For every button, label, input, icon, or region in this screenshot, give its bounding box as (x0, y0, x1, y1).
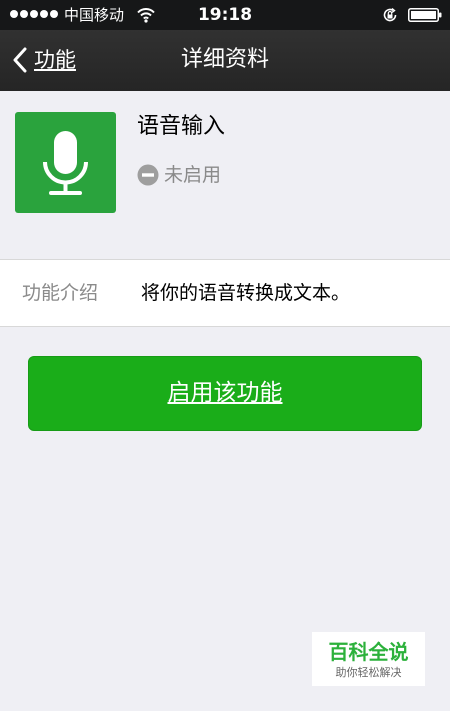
feature-intro-row: 功能介绍 将你的语音转换成文本。 (0, 259, 450, 327)
feature-name: 语音输入 (137, 114, 226, 139)
enable-feature-button[interactable]: 启用该功能 (28, 356, 422, 431)
disabled-icon (137, 164, 159, 186)
status-text: 未启用 (164, 164, 222, 186)
feature-app-icon (15, 112, 116, 213)
battery-icon (408, 8, 442, 22)
rotation-lock-icon (383, 7, 397, 22)
watermark-logo: 百科全说 助你轻松解决 (312, 632, 425, 686)
intro-value: 将你的语音转换成文本。 (141, 282, 351, 304)
watermark-title: 百科全说 (328, 640, 409, 664)
nav-bar: 功能 详细资料 (0, 30, 450, 91)
page-title: 详细资料 (180, 47, 269, 72)
status-bar: 中国移动 19:18 (0, 0, 450, 30)
watermark-subtitle: 助你轻松解决 (335, 666, 402, 679)
feature-profile: 语音输入 未启用 (0, 91, 450, 241)
feature-status: 未启用 (137, 162, 221, 188)
intro-label: 功能介绍 (22, 282, 99, 304)
microphone-icon (43, 131, 88, 195)
